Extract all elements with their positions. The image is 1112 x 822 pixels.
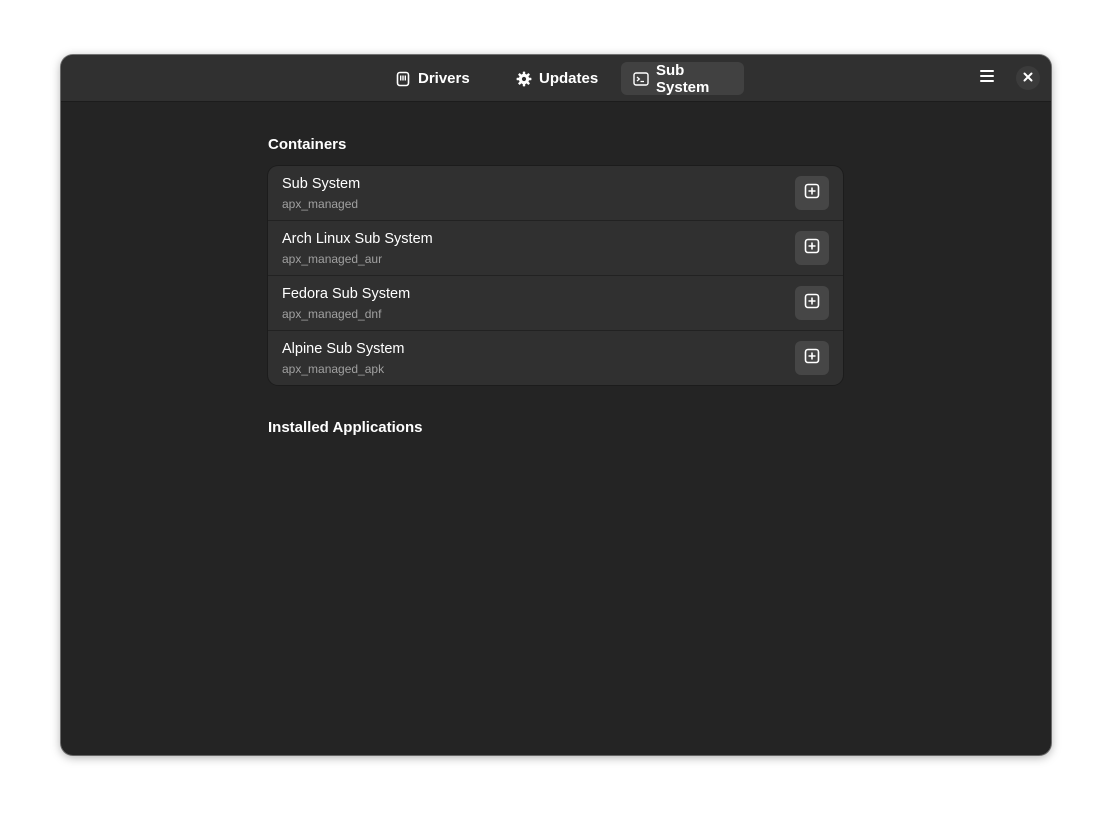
memory-chip-icon	[395, 71, 411, 87]
add-container-button[interactable]	[795, 341, 829, 375]
add-container-button[interactable]	[795, 176, 829, 210]
gear-icon	[516, 71, 532, 87]
add-icon	[804, 348, 820, 369]
container-row-alpine: Alpine Sub System apx_managed_apk	[268, 331, 843, 385]
close-icon	[1023, 69, 1033, 87]
header-bar: Drivers Updates Sub System	[61, 55, 1051, 102]
container-title: Arch Linux Sub System	[282, 231, 433, 247]
container-row-sub-system: Sub System apx_managed	[268, 166, 843, 221]
close-button[interactable]	[1016, 66, 1040, 90]
container-row-arch-linux: Arch Linux Sub System apx_managed_aur	[268, 221, 843, 276]
terminal-icon	[633, 71, 649, 87]
tab-sub-system-label: Sub System	[656, 61, 710, 96]
tab-sub-system[interactable]: Sub System	[621, 61, 744, 96]
container-subtitle: apx_managed_apk	[282, 362, 385, 376]
tab-drivers-label: Drivers	[418, 70, 470, 87]
container-subtitle: apx_managed	[282, 197, 359, 211]
hamburger-menu-icon	[979, 69, 995, 88]
tab-drivers[interactable]: Drivers	[383, 62, 479, 95]
tab-updates[interactable]: Updates	[504, 62, 611, 95]
installed-applications-heading: Installed Applications	[268, 419, 423, 436]
add-icon	[804, 183, 820, 204]
add-icon	[804, 293, 820, 314]
main-menu-button[interactable]	[972, 66, 1002, 90]
add-container-button[interactable]	[795, 231, 829, 265]
add-container-button[interactable]	[795, 286, 829, 320]
container-row-fedora: Fedora Sub System apx_managed_dnf	[268, 276, 843, 331]
tab-updates-label: Updates	[539, 70, 599, 87]
app-window: Drivers Updates Sub System Containers Su…	[61, 55, 1051, 755]
containers-heading: Containers	[268, 136, 347, 153]
container-subtitle: apx_managed_dnf	[282, 307, 382, 321]
containers-list: Sub System apx_managed Arch Linux Sub Sy…	[268, 166, 843, 385]
container-title: Alpine Sub System	[282, 341, 405, 357]
container-title: Sub System	[282, 176, 361, 192]
add-icon	[804, 238, 820, 259]
container-title: Fedora Sub System	[282, 286, 411, 302]
container-subtitle: apx_managed_aur	[282, 252, 383, 266]
